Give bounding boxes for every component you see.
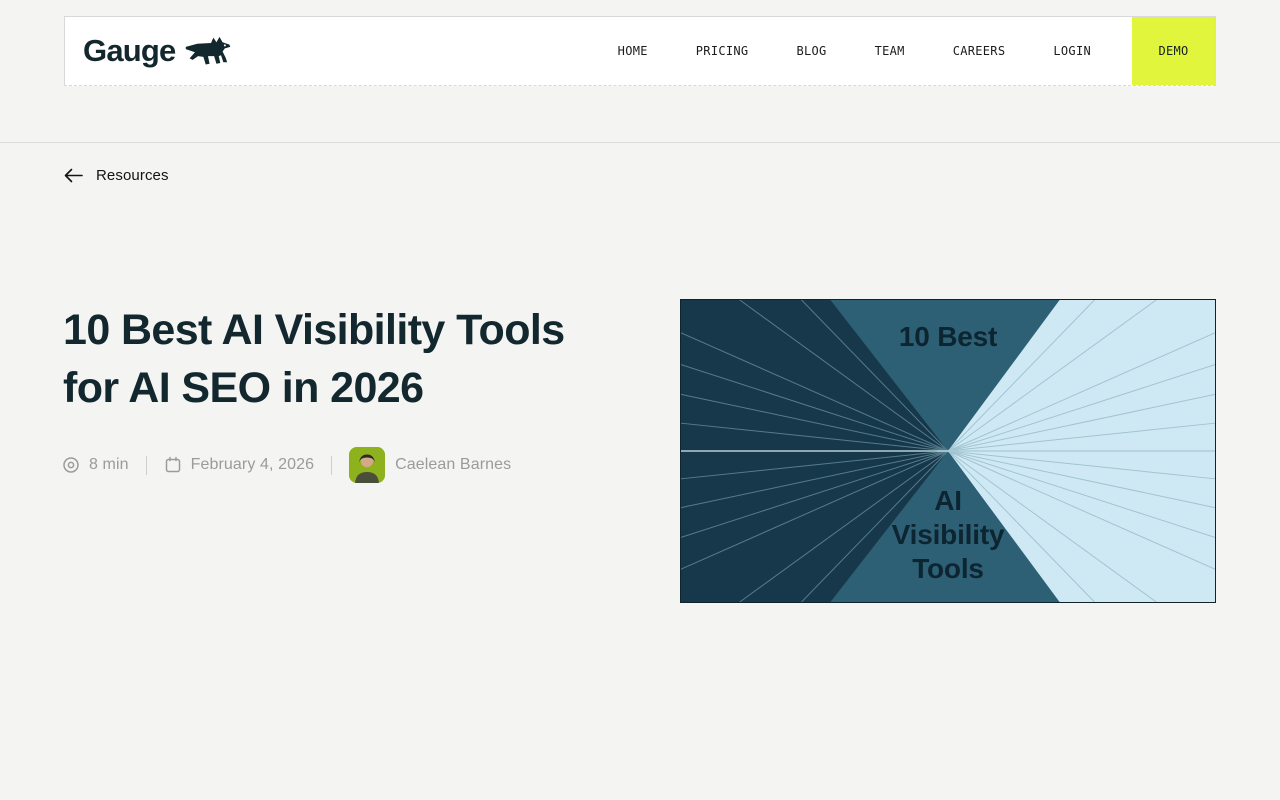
breadcrumb[interactable]: Resources [64,167,169,184]
brand-logo[interactable]: Gauge [83,32,231,70]
hero-bottom-line2: Visibility [892,519,1005,550]
hero-bottom-label: AI Visibility Tools [681,484,1215,586]
page-title-line2: for AI SEO in 2026 [63,364,423,412]
article-meta: 8 min February 4, 2026 Caelean Barnes [62,447,511,483]
publish-date: February 4, 2026 [191,456,314,474]
demo-button[interactable]: DEMO [1132,17,1215,85]
meta-separator [331,456,332,475]
eye-icon [62,456,80,474]
author-avatar [349,447,385,483]
dog-logo-icon [185,36,231,70]
nav-item-login[interactable]: LOGIN [1053,44,1091,58]
page-title: 10 Best AI Visibility Tools for AI SEO i… [63,301,643,417]
meta-separator [146,456,147,475]
hero-top-label: 10 Best [681,320,1215,354]
nav-item-team[interactable]: TEAM [875,44,905,58]
nav-item-careers[interactable]: CAREERS [953,44,1006,58]
hero-bottom-line1: AI [934,485,962,516]
header-divider [0,142,1280,143]
header: Gauge HOME PRICING BLOG TEAM CAREERS LOG… [64,16,1216,86]
nav-item-blog[interactable]: BLOG [796,44,826,58]
back-arrow-icon [64,168,83,183]
breadcrumb-label: Resources [96,167,169,184]
calendar-icon [164,456,182,474]
page-title-line1: 10 Best AI Visibility Tools [63,306,565,354]
page: Gauge HOME PRICING BLOG TEAM CAREERS LOG… [0,0,1280,800]
author-name: Caelean Barnes [395,456,511,474]
nav-item-pricing[interactable]: PRICING [696,44,749,58]
hero-bottom-line3: Tools [912,553,984,584]
brand-name: Gauge [83,33,175,69]
hero-image: 10 Best AI Visibility Tools [680,299,1216,603]
nav-item-home[interactable]: HOME [618,44,648,58]
read-time: 8 min [89,456,129,474]
main-nav: HOME PRICING BLOG TEAM CAREERS LOGIN [618,44,1091,58]
